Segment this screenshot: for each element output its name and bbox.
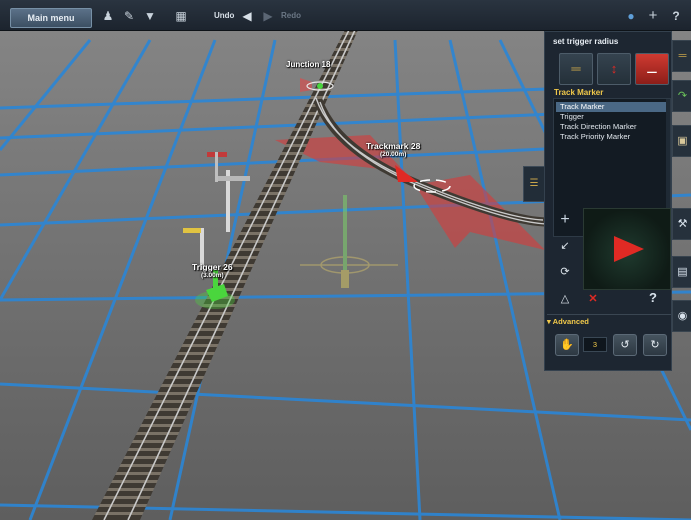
- advanced-label: Advanced: [552, 317, 589, 326]
- track-icon[interactable]: ═: [672, 40, 691, 72]
- chat-icon[interactable]: ●: [624, 9, 638, 23]
- rotate-right-icon[interactable]: ↻: [643, 334, 667, 356]
- train-icon[interactable]: ▣: [672, 125, 691, 157]
- add-icon[interactable]: +: [646, 8, 660, 23]
- book-icon[interactable]: ▤: [672, 256, 691, 288]
- list-item-trigger[interactable]: Trigger: [556, 112, 670, 122]
- marker-panel: set trigger radius ═ ↕ ⚊ Track Marker Tr…: [544, 31, 672, 371]
- layers-icon[interactable]: ▦: [174, 9, 188, 23]
- trigger-radius: (3.00m): [200, 272, 224, 279]
- direction-arrow-icon: [614, 236, 644, 262]
- curve-icon[interactable]: ↙: [557, 238, 573, 254]
- add-icon[interactable]: +: [557, 212, 573, 228]
- trackmark-label: Trackmark 28 (20.00m): [366, 141, 420, 158]
- list-item-track-marker[interactable]: Track Marker: [556, 102, 670, 112]
- close-icon[interactable]: ✕: [585, 291, 601, 307]
- list-item-track-direction-marker[interactable]: Track Direction Marker: [556, 122, 670, 132]
- section-title: Track Marker: [554, 88, 604, 97]
- figure-icon[interactable]: ♟: [101, 9, 115, 23]
- top-toolbar: Main menu ♟ ✎ ▼ ▦ Undo ◀ ▶ Redo ● + ?: [0, 0, 691, 31]
- main-menu-button[interactable]: Main menu: [10, 8, 92, 28]
- panel-help-button[interactable]: ?: [649, 290, 657, 305]
- radius-value-field[interactable]: 3: [583, 337, 607, 352]
- track-curve-icon[interactable]: ↷: [672, 80, 691, 112]
- edit-icon[interactable]: ✎: [122, 9, 136, 23]
- redo-label[interactable]: Redo: [281, 11, 301, 20]
- undo-label[interactable]: Undo: [214, 11, 234, 20]
- advanced-section-header[interactable]: ▾ Advanced: [547, 314, 671, 326]
- trigger-name: Trigger 26: [192, 262, 233, 272]
- list-item-track-priority-marker[interactable]: Track Priority Marker: [556, 132, 670, 142]
- game-viewport[interactable]: Junction 18 Trackmark 28 (20.00m) Trigge…: [0, 0, 691, 520]
- marker-preview: [583, 208, 671, 290]
- help-icon[interactable]: ?: [669, 9, 683, 23]
- panel-title: set trigger radius: [553, 37, 619, 46]
- back-arrow-icon[interactable]: ◀: [240, 9, 254, 23]
- rotate-icon[interactable]: ⟳: [557, 264, 573, 280]
- junction-label: Junction 18: [286, 60, 331, 69]
- settings-icon[interactable]: ◉: [672, 300, 691, 332]
- decrease-radius-icon[interactable]: ✋: [555, 334, 579, 356]
- track-icon[interactable]: ═: [559, 53, 593, 85]
- move-marker-icon[interactable]: ↕: [597, 53, 631, 85]
- fire-icon[interactable]: △: [557, 291, 573, 307]
- filter-icon[interactable]: ▼: [143, 9, 157, 23]
- rotate-left-icon[interactable]: ↺: [613, 334, 637, 356]
- delete-marker-icon[interactable]: ⚊: [635, 53, 669, 85]
- junction-marker[interactable]: [317, 83, 323, 89]
- trackmark-radius: (20.00m): [379, 151, 407, 158]
- trackmark-name: Trackmark 28: [366, 141, 421, 151]
- panel-collapse-tab[interactable]: ☰: [523, 166, 545, 202]
- trigger-label: Trigger 26 (3.00m): [192, 262, 233, 279]
- wrench-icon[interactable]: ⚒: [672, 208, 691, 240]
- forward-arrow-icon[interactable]: ▶: [261, 9, 275, 23]
